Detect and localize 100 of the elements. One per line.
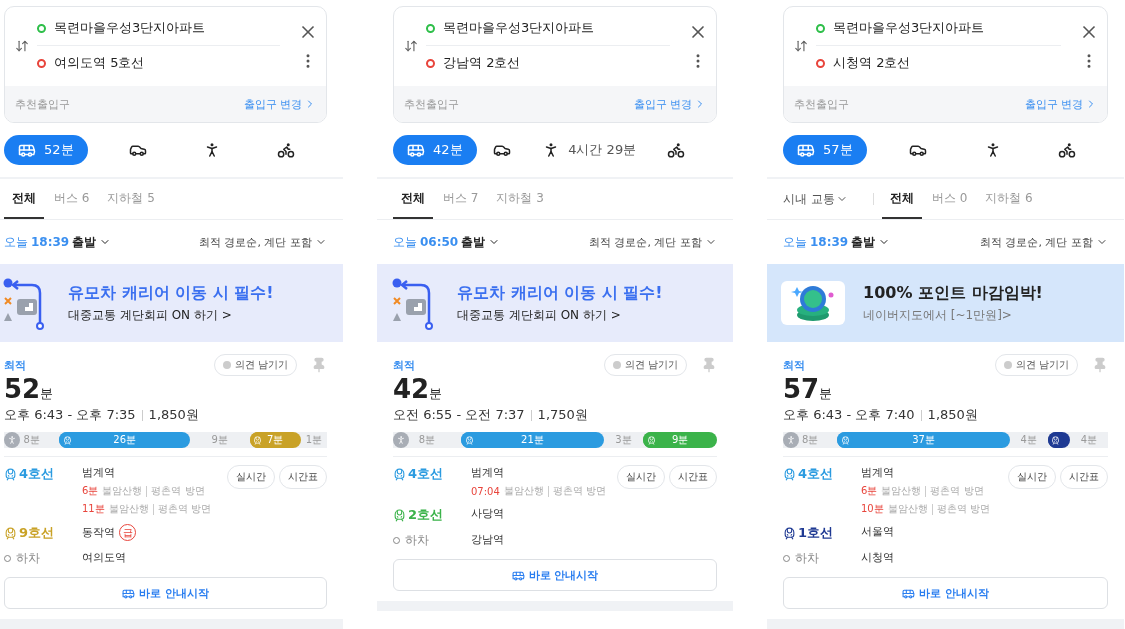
origin-text[interactable]: 목련마을우성3단지아파트 bbox=[833, 19, 985, 37]
destination-marker-icon bbox=[37, 58, 46, 68]
departure-time-selector[interactable]: 오늘 18:39 출발 bbox=[783, 233, 891, 251]
station-name: 서울역 bbox=[861, 524, 894, 539]
origin-marker-icon bbox=[426, 23, 435, 33]
alight-label: 하차 bbox=[4, 550, 82, 567]
subway-line-label: 9호선 bbox=[4, 524, 82, 542]
schedule-button[interactable]: 시간표 bbox=[669, 465, 717, 489]
banner-title: 유모차 캐리어 이동 시 필수! bbox=[457, 282, 663, 304]
feedback-button[interactable]: 의견 남기기 bbox=[213, 354, 297, 376]
sort-selector[interactable]: 최적 경로순, 계단 포함 bbox=[589, 234, 717, 250]
alight-label: 하차 bbox=[783, 550, 861, 567]
banner-title: 100% 포인트 마감임박! bbox=[863, 282, 1043, 304]
route-tag: 최적 bbox=[393, 357, 415, 373]
station-name: 시청역 bbox=[861, 550, 894, 565]
train-icon bbox=[393, 508, 406, 522]
route-tag: 최적 bbox=[783, 357, 805, 373]
dot-icon bbox=[612, 361, 621, 369]
start-navigation-button[interactable]: 바로 안내시작 bbox=[4, 577, 327, 609]
alight-label: 하차 bbox=[393, 532, 471, 549]
bicycle-icon bbox=[667, 141, 685, 159]
destination-marker-icon bbox=[816, 58, 825, 68]
dot-icon bbox=[1003, 361, 1012, 369]
filter-tab[interactable]: 전체 bbox=[4, 179, 44, 219]
destination-text[interactable]: 강남역 2호선 bbox=[443, 54, 521, 72]
station-name: 범계역 bbox=[861, 465, 894, 480]
duration-text: 42 분 bbox=[393, 374, 444, 404]
station-name: 강남역 bbox=[471, 532, 504, 547]
segment-duration-label: 9분 bbox=[211, 433, 228, 447]
recommended-entrance-label: 추천출입구 bbox=[794, 96, 849, 112]
recommended-entrance-label: 추천출입구 bbox=[15, 96, 70, 112]
departure-time-selector[interactable]: 오늘 06:50 출발 bbox=[393, 233, 501, 251]
station-name: 범계역 bbox=[82, 465, 115, 480]
arrival-info: 10분 불암산행 평촌역 방면 bbox=[861, 502, 991, 516]
arrival-info: 07:04 불암산행 평촌역 방면 bbox=[471, 484, 607, 498]
walk-mode-tab[interactable]: 4시간 29분 bbox=[528, 135, 651, 165]
banner-subtitle: 네이버지도에서 [~1만원]> bbox=[863, 306, 1013, 324]
destination-text[interactable]: 여의도역 5호선 bbox=[54, 54, 145, 72]
route-tag: 최적 bbox=[4, 357, 26, 373]
transit-mode-tab[interactable]: 52분 bbox=[4, 135, 88, 165]
station-name: 여의도역 bbox=[82, 550, 126, 565]
promo-banner[interactable]: 유모차 캐리어 이동 시 필수! 대중교통 계단회피 ON 하기 > bbox=[377, 264, 733, 342]
promo-banner[interactable]: 100% 포인트 마감임박! 네이버지도에서 [~1만원]> bbox=[767, 264, 1124, 342]
subway-line-label: 2호선 bbox=[393, 506, 471, 524]
schedule-button[interactable]: 실시간 bbox=[1008, 465, 1056, 489]
station-name: 동작역 bbox=[82, 525, 115, 540]
banner-title: 유모차 캐리어 이동 시 필수! bbox=[68, 282, 274, 304]
filter-tab[interactable]: 전체 bbox=[393, 179, 433, 219]
banner-subtitle: 대중교통 계단회피 ON 하기 > bbox=[68, 306, 233, 324]
fare-text: 1,850원 bbox=[927, 406, 978, 424]
filter-tab[interactable]: 전체 bbox=[881, 179, 922, 219]
transit-area-dropdown[interactable]: 시내 교통 bbox=[783, 179, 863, 219]
origin-marker-icon bbox=[816, 23, 825, 33]
swap-icon[interactable] bbox=[794, 38, 808, 53]
time-range-text: 오후 6:43 - 오후 7:40 bbox=[783, 406, 915, 424]
fare-text: 1,750원 bbox=[537, 406, 588, 424]
duration-text: 57 분 bbox=[783, 374, 834, 404]
origin-marker-icon bbox=[37, 23, 46, 33]
time-range-text: 오후 6:43 - 오후 7:35 bbox=[4, 406, 136, 424]
segment-duration-label: 3분 bbox=[615, 433, 632, 447]
promo-banner[interactable]: 유모차 캐리어 이동 시 필수! 대중교통 계단회피 ON 하기 > bbox=[0, 264, 343, 342]
destination-marker-icon bbox=[426, 58, 435, 68]
arrival-info: 6분 불암산행 평촌역 방면 bbox=[82, 484, 206, 498]
schedule-button[interactable]: 시간표 bbox=[1060, 465, 1108, 489]
departure-time-selector[interactable]: 오늘 18:39 출발 bbox=[4, 233, 112, 251]
sort-selector[interactable]: 최적 경로순, 계단 포함 bbox=[199, 234, 327, 250]
bicycle-icon bbox=[277, 141, 295, 159]
schedule-button[interactable]: 실시간 bbox=[617, 465, 665, 489]
subway-line-label: 4호선 bbox=[783, 465, 861, 483]
schedule-button[interactable]: 실시간 bbox=[227, 465, 275, 489]
origin-text[interactable]: 목련마을우성3단지아파트 bbox=[54, 19, 206, 37]
arrival-info: 11분 불암산행 평촌역 방면 bbox=[82, 502, 212, 516]
duration-text: 52 분 bbox=[4, 374, 55, 404]
train-icon bbox=[4, 467, 17, 481]
transit-mode-tab[interactable]: 42분 bbox=[393, 135, 477, 165]
origin-text[interactable]: 목련마을우성3단지아파트 bbox=[443, 19, 595, 37]
arrival-info: 6분 불암산행 평촌역 방면 bbox=[861, 484, 985, 498]
swap-icon[interactable] bbox=[404, 38, 418, 53]
fare-text: 1,850원 bbox=[148, 406, 199, 424]
start-navigation-button[interactable]: 바로 안내시작 bbox=[783, 577, 1108, 609]
feedback-button[interactable]: 의견 남기기 bbox=[994, 354, 1078, 376]
transit-mode-tab[interactable]: 57분 bbox=[783, 135, 867, 165]
train-icon bbox=[783, 526, 796, 540]
segment-duration-label: 7분 bbox=[267, 433, 284, 447]
segment-duration-label: 8분 bbox=[802, 433, 819, 447]
subway-line-label: 1호선 bbox=[783, 524, 861, 542]
bicycle-icon bbox=[1058, 141, 1076, 159]
swap-icon[interactable] bbox=[15, 38, 29, 53]
subway-line-label: 4호선 bbox=[4, 465, 82, 483]
train-icon bbox=[783, 467, 796, 481]
feedback-button[interactable]: 의견 남기기 bbox=[603, 354, 687, 376]
segment-duration-label: 8분 bbox=[418, 433, 436, 447]
destination-text[interactable]: 시청역 2호선 bbox=[833, 54, 911, 72]
segment-duration-label: 37분 bbox=[912, 433, 935, 447]
train-icon bbox=[393, 467, 406, 481]
segment-duration-label: 9분 bbox=[671, 433, 689, 447]
segment-duration-label: 8분 bbox=[23, 433, 40, 447]
start-navigation-button[interactable]: 바로 안내시작 bbox=[393, 559, 717, 591]
sort-selector[interactable]: 최적 경로순, 계단 포함 bbox=[980, 234, 1108, 250]
schedule-button[interactable]: 시간표 bbox=[279, 465, 327, 489]
